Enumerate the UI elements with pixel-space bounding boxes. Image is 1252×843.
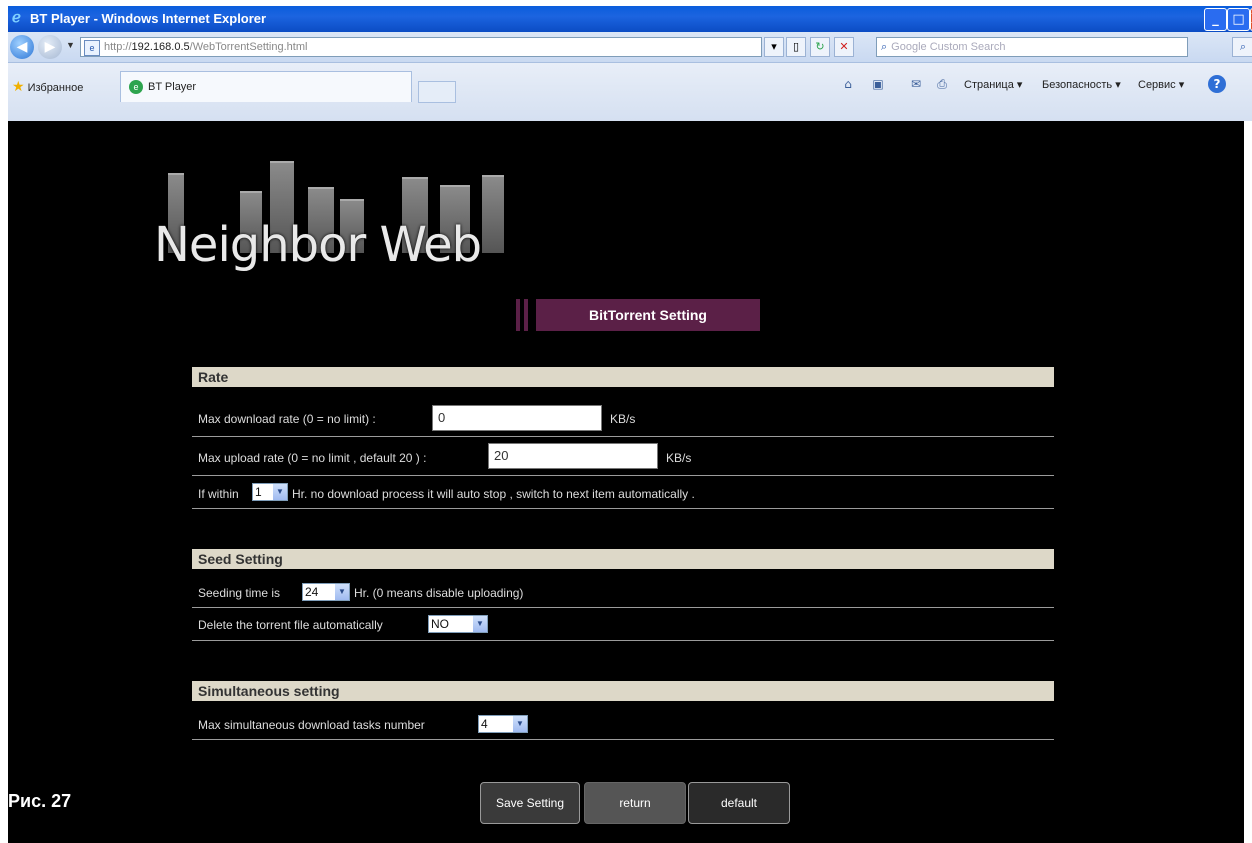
chevron-down-icon: ▼ <box>273 484 287 500</box>
tab-page-icon: e <box>129 80 143 95</box>
mail-icon[interactable]: ✉ <box>908 76 924 92</box>
page-banner: BitTorrent Setting <box>516 299 760 331</box>
upload-rate-row: Max upload rate (0 = no limit , default … <box>192 437 1054 476</box>
upload-rate-label: Max upload rate (0 = no limit , default … <box>198 451 427 465</box>
search-input[interactable]: ⌕ Google Custom Search <box>876 37 1188 57</box>
print-icon[interactable]: ⎙ <box>934 76 950 92</box>
url-path: /WebTorrentSetting.html <box>189 41 308 53</box>
search-placeholder: Google Custom Search <box>891 41 1006 53</box>
delete-torrent-value: NO <box>431 617 449 631</box>
delete-torrent-row: Delete the torrent file automatically NO… <box>192 608 1054 641</box>
feeds-icon[interactable]: ▣ <box>870 76 886 92</box>
search-go-icon[interactable]: ⌕ <box>1232 37 1252 57</box>
seeding-time-row: Seeding time is 24 ▼ Hr. (0 means disabl… <box>192 577 1054 608</box>
tab-bt-player[interactable]: e BT Player <box>120 71 412 102</box>
upload-rate-unit: KB/s <box>666 451 692 465</box>
default-button[interactable]: default <box>688 782 790 824</box>
window-title: BT Player - Windows Internet Explorer <box>30 11 267 26</box>
search-icon: ⌕ <box>881 41 888 53</box>
tasks-number-row: Max simultaneous download tasks number 4… <box>192 709 1054 740</box>
logo-building-graphic <box>482 175 504 253</box>
logo: Neighbor Web <box>148 151 508 273</box>
download-rate-label: Max download rate (0 = no limit) : <box>198 412 376 426</box>
history-dropdown-icon[interactable]: ▼ <box>66 40 75 50</box>
forward-button[interactable]: ▶ <box>38 35 62 59</box>
menu-tools[interactable]: Сервис ▾ <box>1138 78 1184 91</box>
chevron-down-icon: ▼ <box>335 584 349 600</box>
seeding-time-prefix: Seeding time is <box>198 586 281 600</box>
home-icon[interactable]: ⌂ <box>840 76 856 92</box>
download-rate-unit: KB/s <box>610 412 636 426</box>
star-icon: ★ <box>12 78 25 94</box>
auto-stop-row: If within 1 ▼ Hr. no download process it… <box>192 476 1054 509</box>
menu-page[interactable]: Страница ▾ <box>964 78 1022 91</box>
section-seed-heading: Seed Setting <box>192 549 1054 569</box>
help-icon[interactable]: ? <box>1208 75 1226 93</box>
seeding-time-select[interactable]: 24 ▼ <box>302 583 350 601</box>
save-setting-button[interactable]: Save Setting <box>480 782 580 824</box>
address-bar[interactable]: e http://192.168.0.5/WebTorrentSetting.ht… <box>80 37 762 57</box>
tasks-number-value: 4 <box>481 717 488 731</box>
section-rate-heading: Rate <box>192 367 1054 387</box>
tasks-number-label: Max simultaneous download tasks number <box>198 718 425 732</box>
download-rate-row: Max download rate (0 = no limit) : 0 KB/… <box>192 400 1054 437</box>
compatibility-view-icon[interactable]: ▯ <box>786 37 806 57</box>
return-button[interactable]: return <box>584 782 686 824</box>
delete-torrent-select[interactable]: NO ▼ <box>428 615 488 633</box>
new-tab-button[interactable] <box>418 81 456 103</box>
figure-caption: Рис. 27 <box>8 791 72 811</box>
auto-stop-prefix: If within <box>198 487 239 501</box>
seeding-time-value: 24 <box>305 585 319 599</box>
stop-icon[interactable]: ✕ <box>834 37 854 57</box>
favorites-button[interactable]: ★ Избранное <box>12 78 83 95</box>
menu-safety[interactable]: Безопасность ▾ <box>1042 78 1121 91</box>
maximize-button[interactable]: □ <box>1227 8 1250 31</box>
section-simultaneous-heading: Simultaneous setting <box>192 681 1054 701</box>
chevron-down-icon: ▼ <box>513 716 527 732</box>
page-content: Neighbor Web BitTorrent Setting Rate Max… <box>8 121 1244 843</box>
banner-strip <box>524 299 528 331</box>
refresh-icon[interactable]: ↻ <box>810 37 830 57</box>
download-rate-input[interactable]: 0 <box>432 405 602 431</box>
page-icon: e <box>84 40 100 56</box>
seeding-time-suffix: Hr. (0 means disable uploading) <box>354 586 524 600</box>
tab-label: BT Player <box>148 81 197 93</box>
url-prefix: http:// <box>104 41 132 53</box>
tasks-number-select[interactable]: 4 ▼ <box>478 715 528 733</box>
page-title: BitTorrent Setting <box>536 299 760 331</box>
window-title-bar: ℯ BT Player - Windows Internet Explorer … <box>8 6 1252 32</box>
url-host: 192.168.0.5 <box>131 41 190 53</box>
internet-explorer-icon: ℯ <box>12 9 21 26</box>
auto-stop-suffix: Hr. no download process it will auto sto… <box>292 487 695 501</box>
auto-stop-hours-select[interactable]: 1 ▼ <box>252 483 288 501</box>
back-button[interactable]: ◀ <box>10 35 34 59</box>
minimize-button[interactable]: _ <box>1204 8 1227 31</box>
address-dropdown-icon[interactable]: ▾ <box>764 37 784 57</box>
auto-stop-hours-value: 1 <box>255 485 262 499</box>
delete-torrent-label: Delete the torrent file automatically <box>198 618 383 632</box>
chevron-down-icon: ▼ <box>473 616 487 632</box>
banner-strip <box>516 299 520 331</box>
favorites-label: Избранное <box>27 82 84 94</box>
logo-text: Neighbor Web <box>154 217 482 273</box>
address-toolbar: ◀ ▶ ▼ e http://192.168.0.5/WebTorrentSett… <box>8 32 1252 63</box>
upload-rate-input[interactable]: 20 <box>488 443 658 469</box>
tab-command-bar: ★ Избранное e BT Player ⌂ ▣ ✉ ⎙ Страница ▾… <box>8 63 1252 121</box>
